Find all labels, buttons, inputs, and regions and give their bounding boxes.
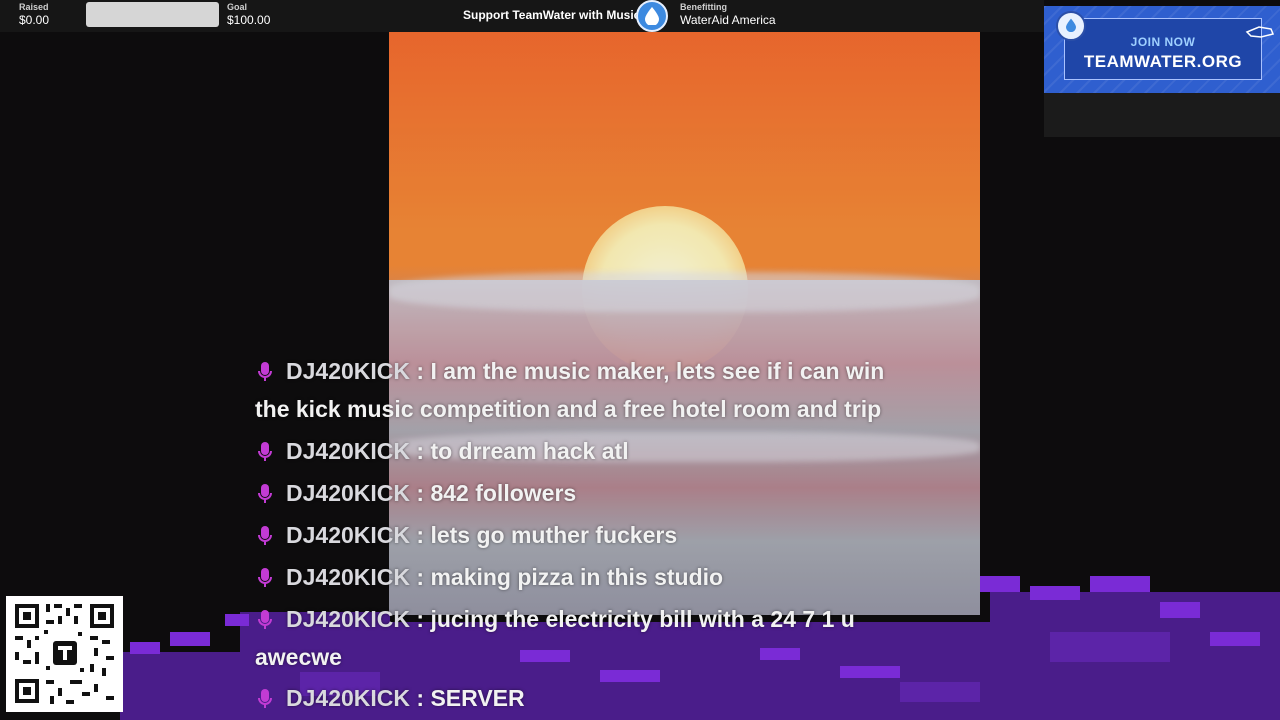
fundraiser-bar: Raised $0.00 Goal $100.00 Support TeamWa… [0,0,1044,32]
water-drop-icon [636,0,668,32]
support-text: Support TeamWater with Music [463,8,641,22]
chat-username: DJ420KICK [286,606,410,632]
chat-username: DJ420KICK [286,480,410,506]
benefitting-value: WaterAid America [680,13,776,27]
chat-message: DJ420KICK : 842 followers [255,474,576,512]
qr-code-icon[interactable] [6,596,123,712]
raised-stat: Raised $0.00 [19,2,49,28]
chat-message: DJ420KICK : I am the music maker, lets s… [255,352,905,428]
chat-username: DJ420KICK [286,358,410,384]
chat-username: DJ420KICK [286,685,410,711]
chat-text: making pizza in this studio [430,564,724,590]
wave-shape [389,272,980,312]
microphone-icon [258,610,272,629]
chat-separator: : [410,564,431,590]
promo-drop-icon [1056,11,1086,41]
microphone-icon [258,362,272,381]
microphone-icon [258,484,272,503]
chat-username: DJ420KICK [286,438,410,464]
microphone-icon [258,568,272,587]
benefitting-label: Benefitting [680,2,727,12]
chat-separator: : [410,438,431,464]
goal-value: $100.00 [227,13,271,27]
benefitting-stat: Benefitting WaterAid America [680,2,776,28]
chat-separator: : [410,685,431,711]
chat-text: 842 followers [430,480,577,506]
chat-text: to drream hack atl [430,438,629,464]
chat-separator: : [410,606,431,632]
microphone-icon [258,526,272,545]
chat-separator: : [410,480,431,506]
promo-footer [1044,93,1280,137]
raised-value: $0.00 [19,13,50,27]
chat-message: DJ420KICK : jucing the electricity bill … [255,600,905,676]
chat-text: lets go muther fuckers [430,522,678,548]
goal-stat: Goal $100.00 [227,2,270,28]
microphone-icon [258,689,272,708]
teamwater-site-text: TEAMWATER.ORG [1083,52,1243,71]
progress-bar [86,2,219,27]
chat-separator: : [410,358,431,384]
qr-code-graphic [15,604,114,704]
chat-username: DJ420KICK [286,522,410,548]
chat-text: SERVER [430,685,525,711]
join-now-text: JOIN NOW [1130,35,1196,49]
microphone-icon [258,442,272,461]
chat-message: DJ420KICK : making pizza in this studio [255,558,723,596]
chat-username: DJ420KICK [286,564,410,590]
chat-separator: : [410,522,431,548]
chat-message: DJ420KICK : lets go muther fuckers [255,516,677,554]
chat-message: DJ420KICK : SERVER [255,679,525,717]
pointing-hand-icon [1245,26,1275,38]
promo-frame: JOIN NOW TEAMWATER.ORG [1064,18,1275,80]
goal-label: Goal [227,2,248,12]
teamwater-promo[interactable]: JOIN NOW TEAMWATER.ORG [1044,6,1280,93]
raised-label: Raised [19,2,49,12]
chat-message: DJ420KICK : to drream hack atl [255,432,629,470]
